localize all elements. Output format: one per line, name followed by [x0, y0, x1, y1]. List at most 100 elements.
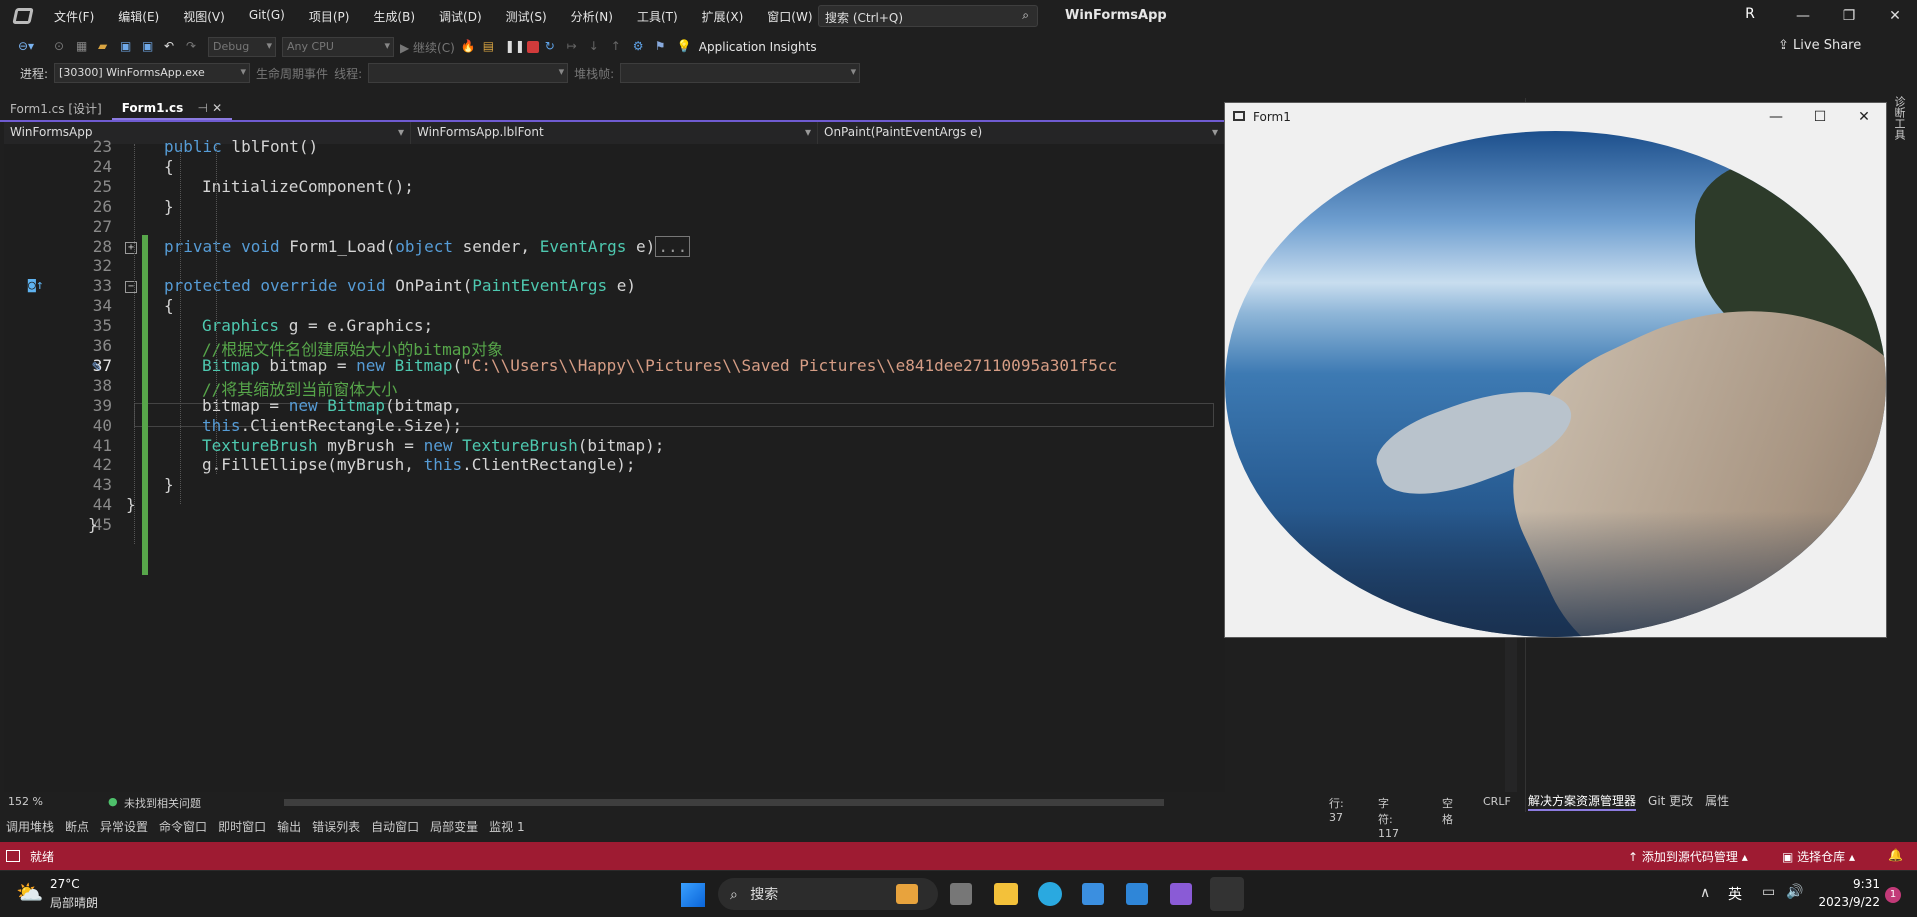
issues-status[interactable]: 未找到相关问题: [124, 795, 201, 811]
menu-item[interactable]: 项目(P): [299, 4, 360, 29]
step-out-icon[interactable]: ↑: [611, 39, 627, 55]
menu-item[interactable]: 工具(T): [627, 4, 688, 29]
bottom-tab[interactable]: 自动窗口: [371, 818, 419, 835]
stop-icon[interactable]: [526, 41, 539, 53]
menu-item[interactable]: 扩展(X): [692, 4, 754, 29]
hot-reload-icon[interactable]: 🔥: [461, 39, 477, 55]
quick-action-icon[interactable]: ✎: [92, 357, 101, 375]
tab-form1-designer[interactable]: Form1.cs [设计]: [0, 97, 112, 120]
horizontal-scrollbar[interactable]: [284, 799, 1164, 806]
platform-combo[interactable]: Any CPU: [282, 37, 394, 57]
process-combo[interactable]: [30300] WinFormsApp.exe: [54, 63, 251, 83]
step-over-icon[interactable]: ↦: [567, 39, 583, 55]
menu-item[interactable]: 分析(N): [561, 4, 623, 29]
forward-icon[interactable]: ⊙: [54, 39, 70, 55]
bottom-tab[interactable]: 断点: [65, 818, 89, 835]
menu-item[interactable]: 测试(S): [496, 4, 557, 29]
line-number: 34: [92, 296, 112, 316]
override-marker-icon[interactable]: ◙↑: [28, 278, 44, 293]
file-explorer-icon[interactable]: [994, 883, 1018, 905]
form1-close-icon[interactable]: ✕: [1842, 103, 1886, 131]
save-icon[interactable]: ▣: [120, 39, 136, 55]
task-view-icon[interactable]: [950, 883, 972, 905]
visual-studio-icon[interactable]: [1170, 883, 1192, 905]
fold-toggle-icon[interactable]: −: [125, 281, 137, 294]
open-icon[interactable]: ▰: [98, 39, 114, 55]
menu-item[interactable]: Git(G): [239, 4, 295, 29]
vscode-icon[interactable]: [1126, 883, 1148, 905]
close-tab-icon[interactable]: ✕: [212, 101, 222, 115]
eol-indicator[interactable]: CRLF: [1483, 795, 1511, 808]
bottom-tab[interactable]: 错误列表: [312, 818, 360, 835]
undo-icon[interactable]: ↶: [164, 39, 180, 55]
stack-frame-combo[interactable]: [620, 63, 861, 83]
store-icon[interactable]: [1082, 883, 1104, 905]
debug-tools-icon[interactable]: ⚙: [633, 39, 649, 55]
account-avatar[interactable]: R: [1739, 6, 1761, 26]
clock-time[interactable]: 9:31: [1820, 877, 1880, 891]
notification-bell-icon[interactable]: 🔔: [1888, 848, 1903, 862]
pin-icon[interactable]: ⊣: [197, 101, 207, 115]
code-text: Graphics g = e.Graphics;: [202, 316, 434, 336]
restore-icon[interactable]: ❐: [1826, 0, 1872, 32]
thread-combo[interactable]: [368, 63, 569, 83]
lifecycle-events[interactable]: 生命周期事件: [256, 65, 328, 82]
diagnostic-tools-tab[interactable]: 诊断工具: [1893, 96, 1907, 140]
menu-item[interactable]: 调试(D): [429, 4, 492, 29]
config-combo[interactable]: Debug: [208, 37, 276, 57]
select-repo[interactable]: ▣ 选择仓库 ▴: [1782, 848, 1855, 865]
form-app-icon[interactable]: [1210, 877, 1244, 911]
edge-icon[interactable]: [1038, 882, 1062, 906]
bottom-tab[interactable]: 监视 1: [489, 818, 524, 835]
app-insights-button[interactable]: Application Insights: [699, 40, 817, 54]
notification-badge[interactable]: 1: [1885, 887, 1901, 903]
bookmark-icon[interactable]: ⚑: [655, 39, 671, 55]
minimize-icon[interactable]: —: [1780, 0, 1826, 32]
form1-minimize-icon[interactable]: —: [1754, 103, 1798, 131]
bottom-tab[interactable]: 调用堆栈: [6, 818, 54, 835]
fold-toggle-icon[interactable]: +: [125, 241, 137, 254]
bottom-tab[interactable]: 局部变量: [430, 818, 478, 835]
weather-desc[interactable]: 局部晴朗: [50, 894, 98, 911]
menu-item[interactable]: 文件(F): [44, 4, 104, 29]
pause-icon[interactable]: ❚❚: [505, 39, 525, 55]
windows-start-icon[interactable]: [681, 883, 705, 907]
close-icon[interactable]: ✕: [1872, 0, 1917, 32]
live-share-button[interactable]: ⇪ Live Share: [1778, 38, 1861, 53]
bottom-tab[interactable]: 异常设置: [100, 818, 148, 835]
right-panel-tab[interactable]: 属性: [1705, 792, 1729, 811]
code-line[interactable]: 45}: [4, 515, 1225, 539]
continue-button[interactable]: ▶ 继续(C): [400, 39, 455, 56]
menu-item[interactable]: 编辑(E): [108, 4, 169, 29]
add-source-control[interactable]: ↑ 添加到源代码管理 ▴: [1628, 848, 1748, 865]
search-box[interactable]: 搜索 (Ctrl+Q) ⌕: [818, 5, 1038, 27]
back-icon[interactable]: ⊖▾: [18, 39, 48, 55]
menu-item[interactable]: 生成(B): [363, 4, 425, 29]
network-icon[interactable]: ▭: [1762, 884, 1775, 900]
right-panel-tab[interactable]: Git 更改: [1648, 792, 1693, 811]
form1-maximize-icon[interactable]: ☐: [1798, 103, 1842, 131]
step-into-icon[interactable]: ↓: [589, 39, 605, 55]
zoom-level[interactable]: 152 %: [8, 795, 43, 808]
browse-icon[interactable]: ▤: [483, 39, 499, 55]
temperature[interactable]: 27°C: [50, 877, 80, 891]
clock-date[interactable]: 2023/9/22: [1810, 895, 1880, 909]
debug-location-toolbar: 进程: [30300] WinFormsApp.exe 生命周期事件 线程: 堆…: [0, 62, 1000, 84]
widget-icon[interactable]: [896, 884, 918, 904]
code-editor[interactable]: 23 public lblFont() 24 {25 InitializeCompone…: [4, 137, 1225, 792]
indent-guide: [216, 144, 217, 474]
right-panel-tab[interactable]: 解决方案资源管理器: [1528, 792, 1637, 811]
bottom-tab[interactable]: 即时窗口: [218, 818, 266, 835]
volume-icon[interactable]: 🔊: [1786, 884, 1803, 900]
menu-item[interactable]: 窗口(W): [757, 4, 822, 29]
tray-chevron-icon[interactable]: ∧: [1700, 885, 1710, 901]
bottom-tab[interactable]: 命令窗口: [159, 818, 207, 835]
new-project-icon[interactable]: ▦: [76, 39, 92, 55]
restart-icon[interactable]: ↻: [545, 39, 561, 55]
redo-icon[interactable]: ↷: [186, 39, 202, 55]
bottom-tab[interactable]: 输出: [277, 818, 301, 835]
menu-item[interactable]: 视图(V): [173, 4, 235, 29]
ime-indicator[interactable]: 英: [1728, 884, 1742, 904]
save-all-icon[interactable]: ▣: [142, 39, 158, 55]
tab-form1-cs[interactable]: Form1.cs ⊣ ✕: [111, 98, 233, 120]
